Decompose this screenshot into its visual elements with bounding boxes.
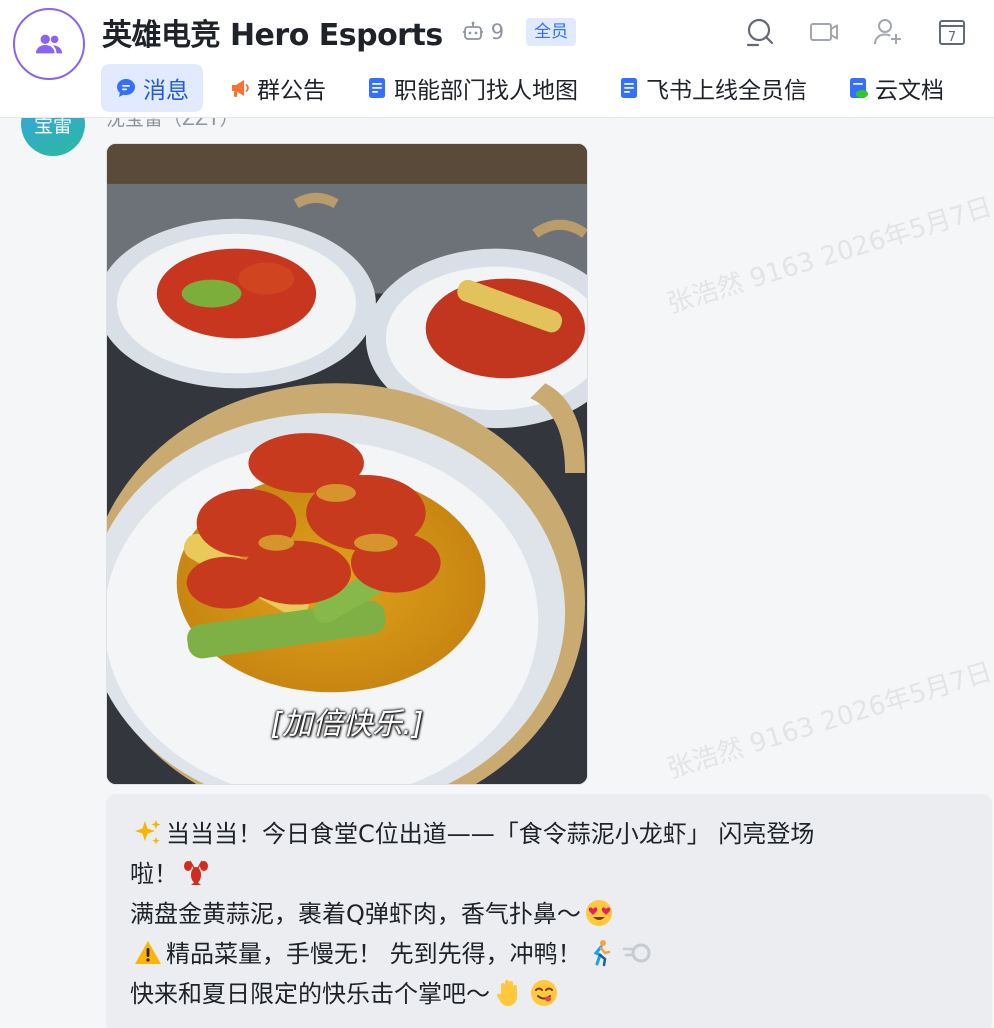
search-button[interactable] [740,12,780,52]
message-line: 啦！ [130,854,968,894]
image-caption: [加倍快乐.] [270,707,424,742]
tab-label: 消息 [143,78,189,104]
calendar-button[interactable]: 7 [932,12,972,52]
raised-hand-icon [493,978,523,1008]
message-line: 当当当！今日食堂C位出道——「食令蒜泥小龙虾」 闪亮登场 [130,814,968,854]
header-actions: 7 [716,12,972,52]
tab-messages[interactable]: 消息 [101,64,203,112]
group-avatar[interactable] [13,8,85,80]
message-list[interactable]: 宝雷 沈宝雷（ZZT） [加倍快乐.] 当当当！今日食堂C位出道——「食令蒜泥小… [0,118,994,1028]
heart-eyes-emoji-icon [584,898,614,928]
add-member-button[interactable] [868,12,908,52]
video-call-icon [810,23,838,41]
tab-label: 群公告 [257,78,326,104]
tab-directory-map[interactable]: 职能部门找人地图 [352,64,592,112]
warning-icon [133,938,163,968]
cloud-doc-icon [847,77,869,99]
dash-icon [621,938,651,968]
message-bubble[interactable]: 当当当！今日食堂C位出道——「食令蒜泥小龙虾」 闪亮登场 啦！ 满盘金黄蒜泥，裹… [106,794,992,1028]
tab-launch-letter[interactable]: 飞书上线全员信 [604,64,821,112]
bot-count[interactable]: 9 [461,20,504,44]
message-line: 满盘金黄蒜泥，裹着Q弹虾肉，香气扑鼻～ [130,894,968,934]
chat-tabs: 消息 群公告 职能部门找人地图 飞书上线全员信 云文档 [101,64,970,112]
tab-label: 职能部门找人地图 [394,78,578,104]
doc-icon [366,77,388,99]
all-members-badge: 全员 [526,18,577,46]
tab-announcement[interactable]: 群公告 [215,64,340,112]
tab-cloud-docs[interactable]: 云文档 [833,64,958,112]
message-line: 快来和夏日限定的快乐击个掌吧～ [130,974,968,1014]
group-members-icon [35,34,63,54]
group-title[interactable]: 英雄电竞 Hero Esports [102,10,443,54]
tab-label: 云文档 [875,78,944,104]
sparkles-icon [133,818,163,848]
sender-avatar[interactable]: 宝雷 [21,118,85,156]
calendar-day: 7 [948,30,956,45]
tab-label: 飞书上线全员信 [646,78,807,104]
message-line: 精品菜量，手慢无！ 先到先得，冲鸭！ [130,934,968,974]
calendar-icon: 7 [939,20,965,45]
bot-count-value: 9 [490,20,505,44]
doc-icon [618,77,640,99]
running-person-icon [585,938,615,968]
lobster-icon [181,858,211,888]
video-call-button[interactable] [804,12,844,52]
add-member-icon [874,19,901,45]
crayfish-dish-photo [107,144,587,784]
robot-icon [462,21,483,40]
megaphone-icon [229,77,251,99]
search-icon [746,18,774,47]
title-row: 英雄电竞 Hero Esports 9 全员 [102,10,577,54]
message-image[interactable]: [加倍快乐.] [106,143,588,785]
chat-bubble-icon [115,77,137,99]
yum-face-icon [529,978,559,1008]
chat-header: 英雄电竞 Hero Esports 9 全员 7 消息 群公告 职能部门找人地图… [0,0,994,118]
sender-name[interactable]: 沈宝雷（ZZT） [106,118,239,131]
